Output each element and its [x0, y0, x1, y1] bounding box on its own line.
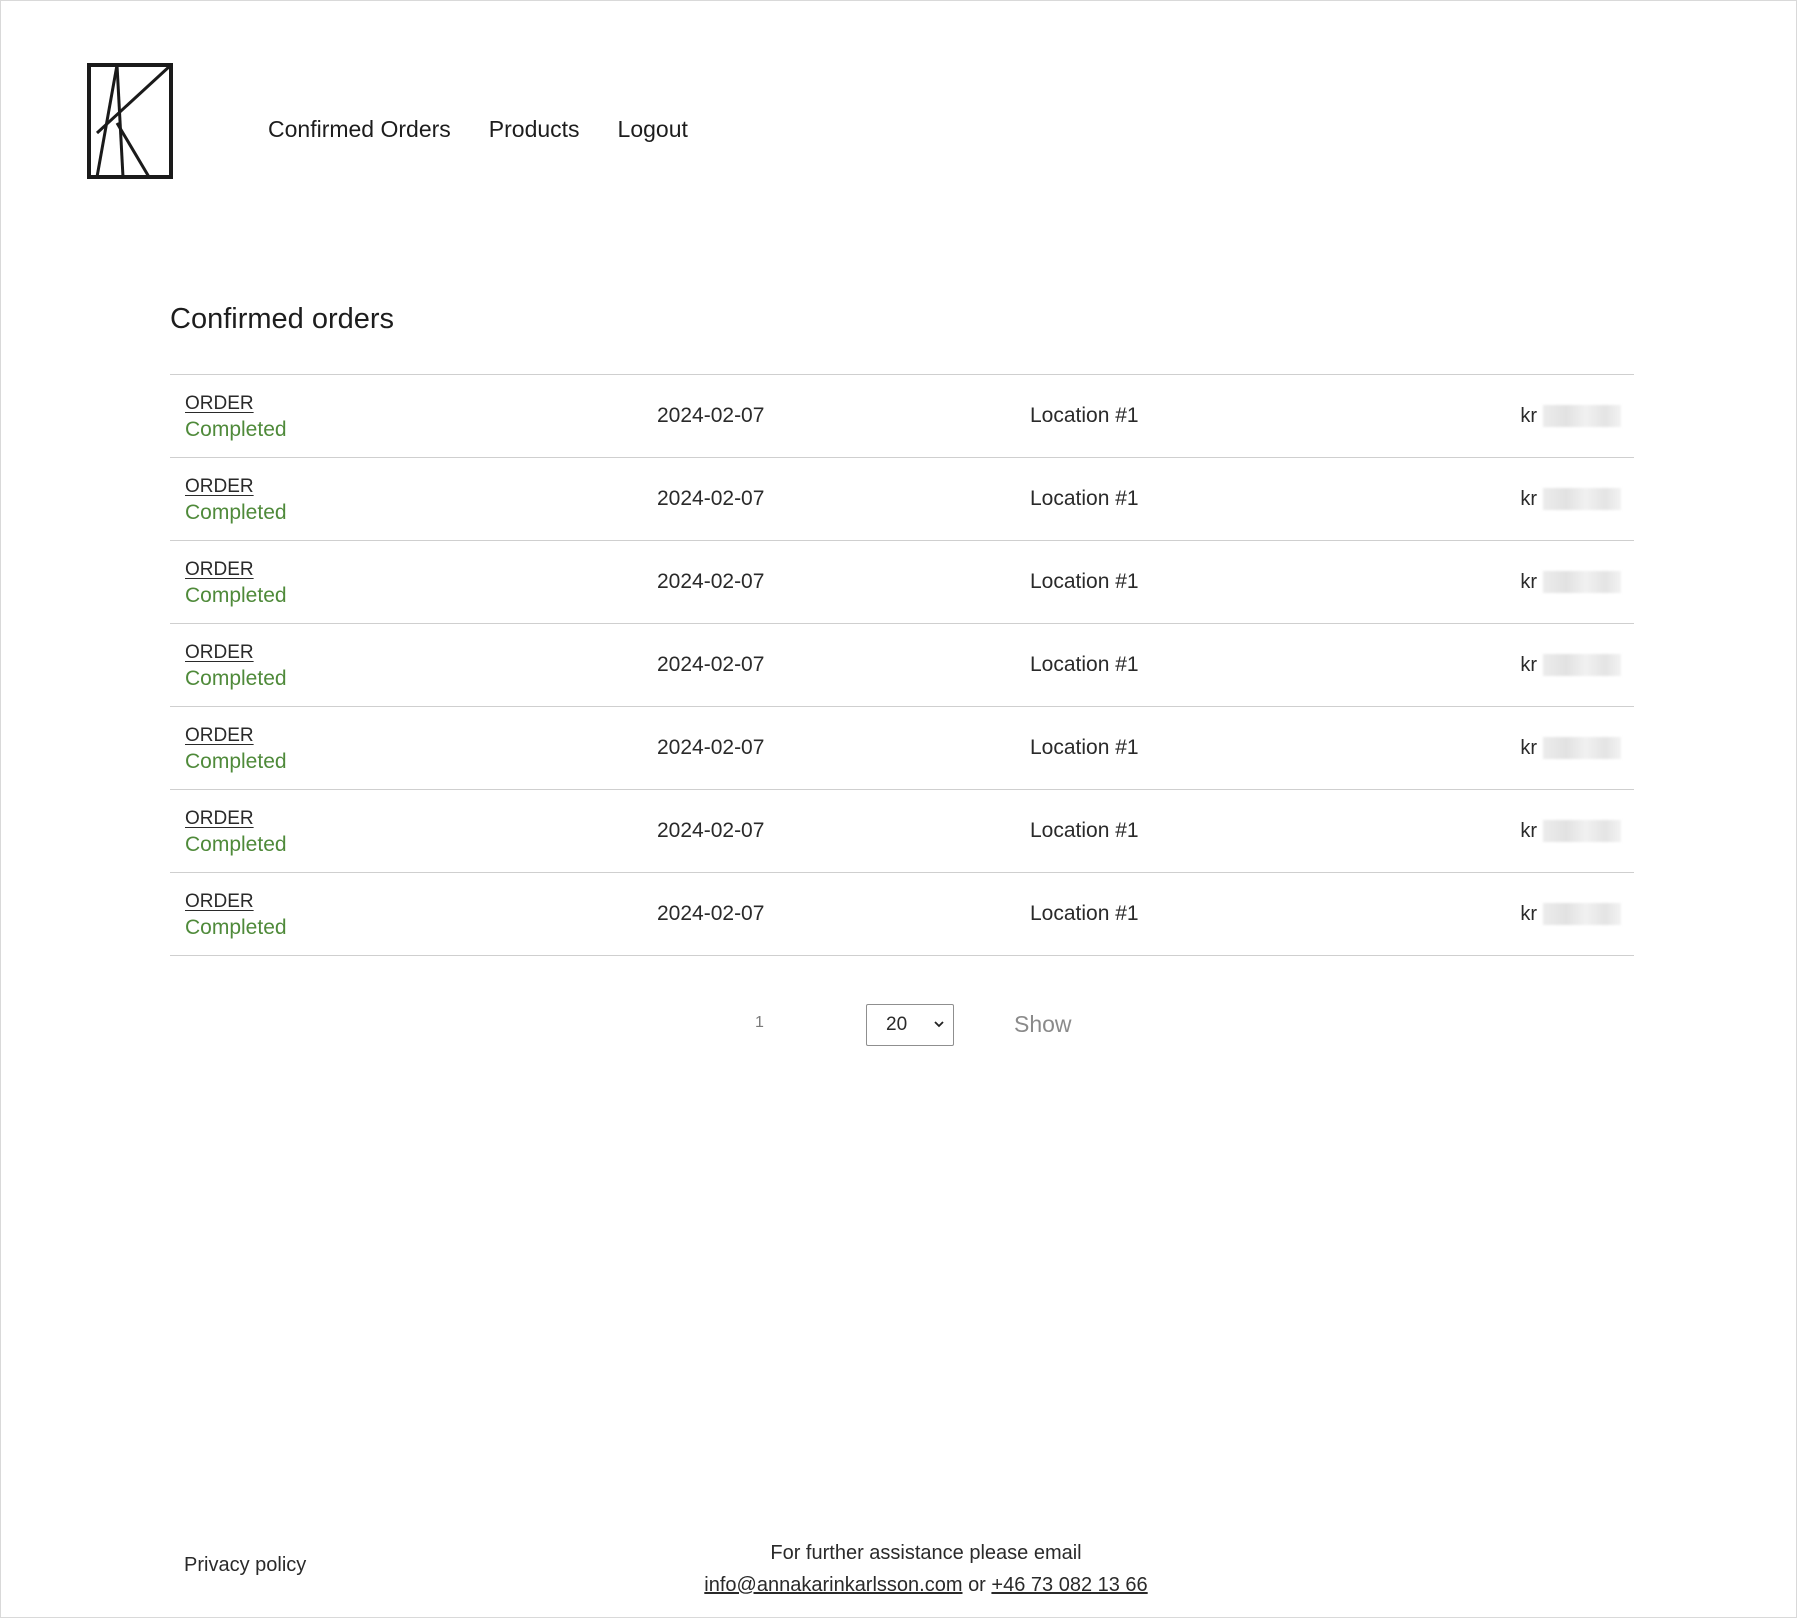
nav-products[interactable]: Products: [489, 114, 580, 144]
phone-link[interactable]: +46 73 082 13 66: [991, 1574, 1147, 1596]
order-row: ORDER Completed 2024-02-07 Location #1 kr: [170, 458, 1634, 541]
order-amount: kr: [1520, 487, 1621, 511]
currency-label: kr: [1520, 903, 1537, 925]
order-link[interactable]: ORDER: [185, 476, 254, 498]
assistance-info: For further assistance please email info…: [601, 1537, 1251, 1601]
order-status: Completed: [185, 667, 287, 690]
amount-redacted: [1543, 903, 1621, 925]
order-date: 2024-02-07: [657, 902, 765, 925]
order-link[interactable]: ORDER: [185, 393, 254, 415]
order-status: Completed: [185, 584, 287, 607]
pagination: 1 20 Show: [1, 1004, 1797, 1046]
currency-label: kr: [1520, 654, 1537, 676]
order-date: 2024-02-07: [657, 736, 765, 759]
main-nav: Confirmed Orders Products Logout: [268, 114, 726, 144]
order-date: 2024-02-07: [657, 404, 765, 427]
show-button[interactable]: Show: [1014, 1011, 1072, 1038]
order-location: Location #1: [1030, 404, 1139, 427]
amount-redacted: [1543, 405, 1621, 427]
order-status: Completed: [185, 916, 287, 939]
chevron-down-icon: [934, 1021, 944, 1028]
email-link[interactable]: info@annakarinkarlsson.com: [704, 1574, 962, 1596]
per-page-value: 20: [886, 1014, 908, 1035]
currency-label: kr: [1520, 405, 1537, 427]
order-status: Completed: [185, 501, 287, 524]
order-status: Completed: [185, 750, 287, 773]
amount-redacted: [1543, 820, 1621, 842]
amount-redacted: [1543, 488, 1621, 510]
order-row: ORDER Completed 2024-02-07 Location #1 kr: [170, 624, 1634, 707]
order-amount: kr: [1520, 819, 1621, 843]
order-date: 2024-02-07: [657, 653, 765, 676]
order-link[interactable]: ORDER: [185, 725, 254, 747]
order-status: Completed: [185, 833, 287, 856]
order-link[interactable]: ORDER: [185, 559, 254, 581]
order-location: Location #1: [1030, 819, 1139, 842]
order-link[interactable]: ORDER: [185, 808, 254, 830]
order-location: Location #1: [1030, 653, 1139, 676]
order-link[interactable]: ORDER: [185, 891, 254, 913]
order-row: ORDER Completed 2024-02-07 Location #1 kr: [170, 375, 1634, 458]
order-status: Completed: [185, 418, 287, 441]
brand-logo: [87, 63, 173, 179]
amount-redacted: [1543, 654, 1621, 676]
order-location: Location #1: [1030, 902, 1139, 925]
currency-label: kr: [1520, 571, 1537, 593]
amount-redacted: [1543, 737, 1621, 759]
currency-label: kr: [1520, 488, 1537, 510]
order-location: Location #1: [1030, 570, 1139, 593]
per-page-select[interactable]: 20: [866, 1004, 954, 1046]
order-row: ORDER Completed 2024-02-07 Location #1 kr: [170, 541, 1634, 624]
or-text: or: [968, 1574, 986, 1596]
privacy-policy-link[interactable]: Privacy policy: [184, 1554, 306, 1577]
order-amount: kr: [1520, 404, 1621, 428]
order-row: ORDER Completed 2024-02-07 Location #1 kr: [170, 707, 1634, 790]
currency-label: kr: [1520, 737, 1537, 759]
currency-label: kr: [1520, 820, 1537, 842]
order-location: Location #1: [1030, 487, 1139, 510]
nav-logout[interactable]: Logout: [618, 114, 688, 144]
amount-redacted: [1543, 571, 1621, 593]
order-date: 2024-02-07: [657, 570, 765, 593]
order-row: ORDER Completed 2024-02-07 Location #1 kr: [170, 790, 1634, 873]
page-title: Confirmed orders: [170, 303, 395, 335]
orders-list: ORDER Completed 2024-02-07 Location #1 kr ORD…: [170, 374, 1634, 956]
order-location: Location #1: [1030, 736, 1139, 759]
order-amount: kr: [1520, 653, 1621, 677]
order-amount: kr: [1520, 902, 1621, 926]
order-amount: kr: [1520, 570, 1621, 594]
order-link[interactable]: ORDER: [185, 642, 254, 664]
page-number[interactable]: 1: [755, 1014, 764, 1032]
assistance-text: For further assistance please email: [770, 1542, 1082, 1564]
order-amount: kr: [1520, 736, 1621, 760]
order-date: 2024-02-07: [657, 819, 765, 842]
order-row: ORDER Completed 2024-02-07 Location #1 kr: [170, 873, 1634, 956]
nav-confirmed-orders[interactable]: Confirmed Orders: [268, 114, 451, 144]
order-date: 2024-02-07: [657, 487, 765, 510]
